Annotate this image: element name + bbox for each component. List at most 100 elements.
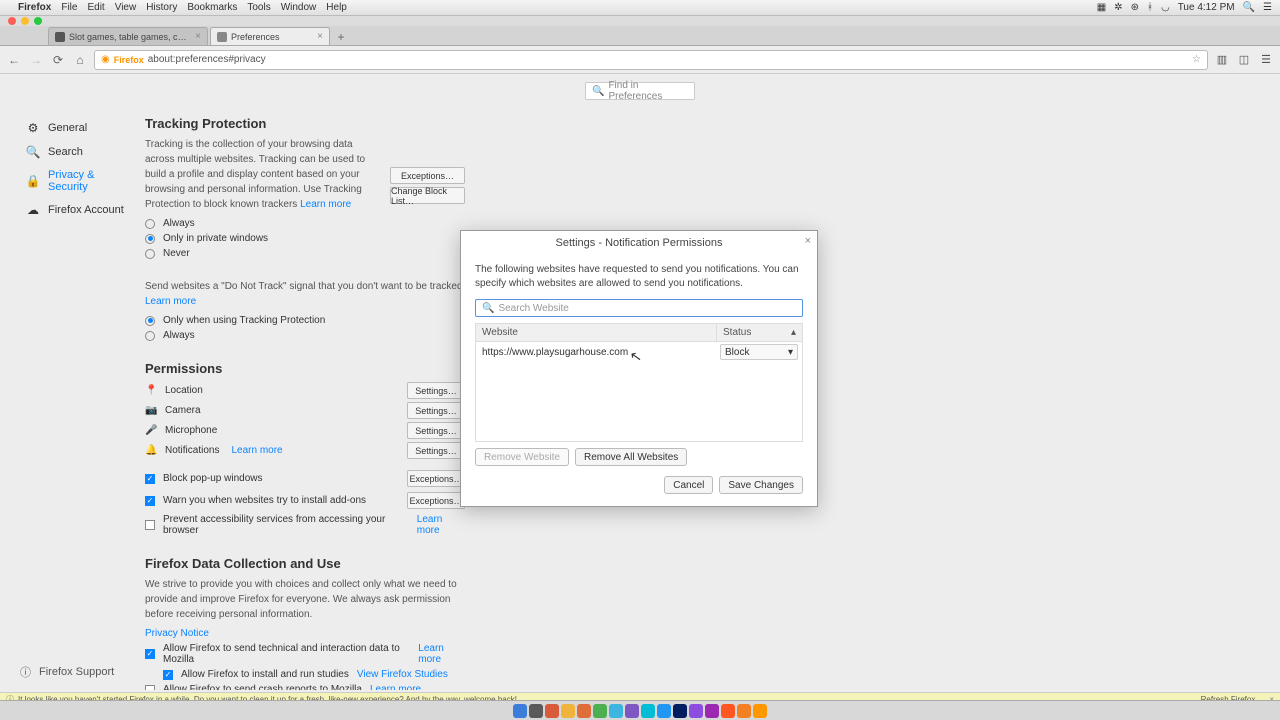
- notifications-settings-button[interactable]: Settings…: [407, 442, 465, 459]
- sidebar-item-search[interactable]: 🔍 Search: [20, 140, 135, 164]
- perm-notifications-label: Notifications: [165, 445, 219, 456]
- menu-history[interactable]: History: [146, 2, 177, 13]
- menu-view[interactable]: View: [115, 2, 137, 13]
- minimize-window-button[interactable]: [21, 17, 29, 25]
- dnt-tracking[interactable]: Only when using Tracking Protection: [145, 315, 465, 326]
- clock[interactable]: Tue 4:12 PM: [1178, 2, 1235, 13]
- close-tab-icon[interactable]: ×: [195, 31, 201, 42]
- dock-app-icon[interactable]: [609, 704, 623, 718]
- close-dialog-button[interactable]: ×: [805, 235, 811, 247]
- menu-tools[interactable]: Tools: [247, 2, 270, 13]
- dock-app-icon[interactable]: [593, 704, 607, 718]
- search-website-input[interactable]: 🔍 Search Website: [475, 299, 803, 317]
- learn-more-link[interactable]: Learn more: [370, 684, 421, 690]
- dock-app-icon[interactable]: [529, 704, 543, 718]
- home-button[interactable]: ⌂: [72, 52, 88, 68]
- popup-exceptions-button[interactable]: Exceptions…: [407, 470, 465, 487]
- change-blocklist-button[interactable]: Change Block List…: [390, 187, 465, 204]
- learn-more-link[interactable]: Learn more: [231, 445, 282, 456]
- bookmark-star-icon[interactable]: ☆: [1192, 54, 1201, 65]
- tracking-never[interactable]: Never: [145, 248, 380, 259]
- crashreport-checkbox[interactable]: Allow Firefox to send crash reports to M…: [145, 684, 465, 690]
- camera-settings-button[interactable]: Settings…: [407, 402, 465, 419]
- accessibility-checkbox[interactable]: Prevent accessibility services from acce…: [145, 514, 465, 536]
- save-changes-button[interactable]: Save Changes: [719, 476, 803, 494]
- view-studies-link[interactable]: View Firefox Studies: [357, 669, 448, 680]
- dock-app-icon[interactable]: [625, 704, 639, 718]
- preferences-main: Tracking Protection Tracking is the coll…: [135, 106, 475, 690]
- addon-warn-checkbox[interactable]: Warn you when websites try to install ad…: [145, 495, 366, 506]
- tracking-private[interactable]: Only in private windows: [145, 233, 380, 244]
- table-row[interactable]: https://www.playsugarhouse.com Block ▾: [476, 342, 802, 362]
- close-window-button[interactable]: [8, 17, 16, 25]
- cloud-icon: ☁: [26, 203, 40, 217]
- learn-more-link[interactable]: Learn more: [417, 514, 465, 536]
- favicon-icon: [217, 32, 227, 42]
- dock-app-icon[interactable]: [513, 704, 527, 718]
- dock-app-icon[interactable]: [689, 704, 703, 718]
- sidebar-item-general[interactable]: ⚙ General: [20, 116, 135, 140]
- column-status[interactable]: Status▴: [716, 324, 802, 341]
- addon-exceptions-button[interactable]: Exceptions…: [407, 492, 465, 509]
- dock-app-icon[interactable]: [577, 704, 591, 718]
- close-tab-icon[interactable]: ×: [317, 31, 323, 42]
- block-popups-checkbox[interactable]: Block pop-up windows: [145, 473, 263, 484]
- bluetooth-icon[interactable]: ᚼ: [1147, 2, 1153, 13]
- column-website[interactable]: Website: [476, 324, 716, 341]
- dock-app-icon[interactable]: [673, 704, 687, 718]
- dock-app-icon[interactable]: [753, 704, 767, 718]
- menu-bookmarks[interactable]: Bookmarks: [187, 2, 237, 13]
- dock-app-icon[interactable]: [641, 704, 655, 718]
- menu-button[interactable]: ☰: [1258, 52, 1274, 68]
- dock-app-icon[interactable]: [721, 704, 735, 718]
- sidebar-button[interactable]: ◫: [1236, 52, 1252, 68]
- tray-icon[interactable]: ▦: [1097, 2, 1106, 13]
- library-button[interactable]: ▥: [1214, 52, 1230, 68]
- learn-more-link[interactable]: Learn more: [418, 643, 465, 665]
- browser-tab-active[interactable]: Preferences ×: [210, 27, 330, 45]
- learn-more-link[interactable]: Learn more: [145, 296, 196, 307]
- telemetry-checkbox[interactable]: Allow Firefox to send technical and inte…: [145, 643, 465, 665]
- sidebar-item-account[interactable]: ☁ Firefox Account: [20, 198, 135, 222]
- exceptions-button[interactable]: Exceptions…: [390, 167, 465, 184]
- notification-icon[interactable]: ☰: [1263, 2, 1272, 13]
- maximize-window-button[interactable]: [34, 17, 42, 25]
- cancel-button[interactable]: Cancel: [664, 476, 713, 494]
- dock-app-icon[interactable]: [545, 704, 559, 718]
- spotlight-icon[interactable]: 🔍: [1243, 2, 1255, 13]
- tray-icon[interactable]: ✲: [1114, 2, 1122, 13]
- location-settings-button[interactable]: Settings…: [407, 382, 465, 399]
- privacy-notice-link[interactable]: Privacy Notice: [145, 628, 465, 639]
- wifi-icon[interactable]: ◡: [1161, 2, 1170, 13]
- menu-help[interactable]: Help: [326, 2, 347, 13]
- menu-window[interactable]: Window: [281, 2, 317, 13]
- dock-app-icon[interactable]: [737, 704, 751, 718]
- studies-checkbox[interactable]: Allow Firefox to install and run studies…: [163, 669, 465, 680]
- url-field[interactable]: ◉ Firefox about:preferences#privacy ☆: [94, 50, 1208, 70]
- learn-more-link[interactable]: Learn more: [300, 199, 351, 210]
- status-select[interactable]: Block ▾: [720, 344, 798, 360]
- remove-all-websites-button[interactable]: Remove All Websites: [575, 448, 687, 466]
- back-button[interactable]: ←: [6, 52, 22, 68]
- dock-app-icon[interactable]: [561, 704, 575, 718]
- remove-website-button[interactable]: Remove Website: [475, 448, 569, 466]
- dnt-always[interactable]: Always: [145, 330, 465, 341]
- new-tab-button[interactable]: +: [332, 29, 350, 45]
- sidebar-item-privacy[interactable]: 🔒 Privacy & Security: [20, 164, 135, 198]
- forward-button[interactable]: →: [28, 52, 44, 68]
- menubar-app[interactable]: Firefox: [18, 2, 51, 13]
- tab-title: Slot games, table games, casi...: [69, 32, 191, 42]
- tracking-always[interactable]: Always: [145, 218, 380, 229]
- menu-file[interactable]: File: [61, 2, 77, 13]
- firefox-support-link[interactable]: ⓘ Firefox Support: [20, 664, 114, 680]
- dock-app-icon[interactable]: [657, 704, 671, 718]
- microphone-settings-button[interactable]: Settings…: [407, 422, 465, 439]
- tray-icon[interactable]: ⊛: [1131, 2, 1139, 13]
- menu-edit[interactable]: Edit: [87, 2, 104, 13]
- reload-button[interactable]: ⟳: [50, 52, 66, 68]
- browser-tab[interactable]: Slot games, table games, casi... ×: [48, 27, 208, 45]
- find-in-preferences-input[interactable]: 🔍 Find in Preferences: [585, 82, 695, 100]
- dialog-desc: The following websites have requested to…: [475, 263, 803, 291]
- bell-icon: 🔔: [145, 445, 157, 456]
- dock-app-icon[interactable]: [705, 704, 719, 718]
